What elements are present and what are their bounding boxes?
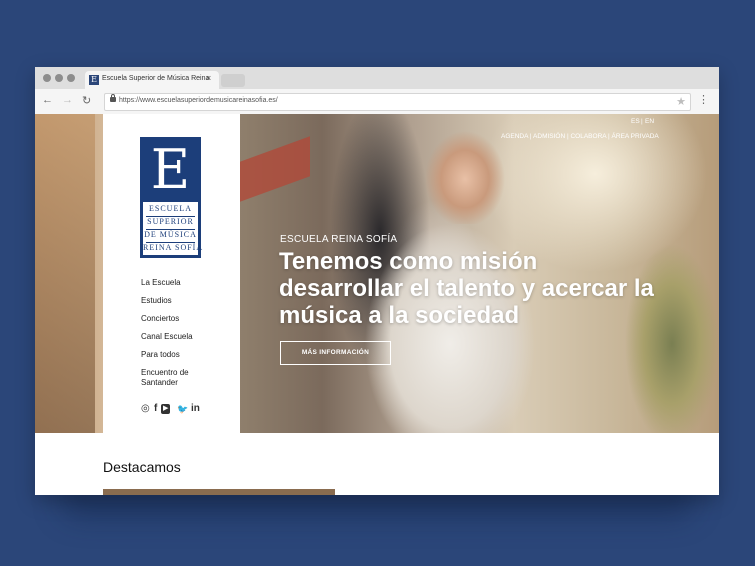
window-close-dot[interactable] [43,74,51,82]
tab-title: Escuela Superior de Música Reina [102,75,210,82]
close-tab-icon[interactable]: × [206,73,211,83]
linkedin-icon[interactable]: in [191,404,200,414]
lock-icon [110,94,116,102]
school-logo[interactable]: E ESCUELA SUPERIOR DE MÚSICA REINA SOFÍA [140,137,204,258]
browser-window: E Escuela Superior de Música Reina × ← →… [35,67,719,495]
new-tab-button[interactable] [221,74,245,87]
lang-separator: | [641,118,643,125]
twitter-icon[interactable]: 🐦 [177,404,188,414]
url-text: https://www.escuelasuperiordemusicareina… [119,97,278,104]
nav-para-todos[interactable]: Para todos [141,350,180,360]
portrait-face [420,124,510,224]
background-building [35,114,95,433]
logo-line-1: ESCUELA [149,204,192,213]
nav-encuentro-line-1: Encuentro de [141,368,189,377]
nav-la-escuela[interactable]: La Escuela [141,278,181,288]
youtube-icon[interactable]: ▶ [161,404,171,414]
sidebar: E ESCUELA SUPERIOR DE MÚSICA REINA SOFÍA… [103,114,240,433]
featured-heading: Destacamos [103,459,181,475]
back-arrow-icon[interactable]: ← [42,94,53,106]
more-info-button[interactable]: MÁS INFORMACIÓN [280,341,391,365]
nav-conciertos[interactable]: Conciertos [141,314,179,324]
instagram-icon[interactable]: ◎ [141,404,150,414]
hero-headline: Tenemos como misión desarrollar el talen… [279,248,654,329]
forward-arrow-icon[interactable]: → [62,94,73,106]
facebook-icon[interactable]: f [154,404,157,414]
browser-tab[interactable]: E Escuela Superior de Música Reina × [85,71,219,89]
window-maximize-dot[interactable] [67,74,75,82]
logo-line-4: REINA SOFÍA [143,243,204,252]
logo-letter: E [150,138,191,201]
logo-wordmark: ESCUELA SUPERIOR DE MÚSICA REINA SOFÍA [143,202,204,255]
nav-canal-escuela[interactable]: Canal Escuela [141,332,193,342]
favicon-icon: E [89,75,99,85]
top-nav-links[interactable]: AGENDA | ADMISIÓN | COLABORA | ÁREA PRIV… [501,133,659,140]
nav-encuentro-line-2: Santander [141,378,178,387]
reload-icon[interactable]: ↻ [82,94,91,107]
lang-en-link[interactable]: EN [645,118,654,125]
logo-line-2: SUPERIOR [147,217,194,226]
hero-eyebrow: ESCUELA REINA SOFÍA [280,234,398,245]
window-minimize-dot[interactable] [55,74,63,82]
featured-card-preview[interactable] [103,489,335,495]
browser-titlebar: E Escuela Superior de Música Reina × [35,67,719,89]
page-content: ES | EN AGENDA | ADMISIÓN | COLABORA | Á… [35,114,719,495]
logo-line-3: DE MÚSICA [144,230,197,239]
address-bar[interactable]: https://www.escuelasuperiordemusicareina… [104,93,691,111]
kebab-menu-icon[interactable]: ⋮ [698,93,709,106]
nav-encuentro-santander[interactable]: Encuentro de Santander [141,368,189,388]
browser-toolbar: ← → ↻ https://www.escuelasuperiordemusic… [35,89,719,115]
nav-estudios[interactable]: Estudios [141,296,172,306]
lang-es-link[interactable]: ES [631,118,640,125]
star-icon[interactable]: ★ [676,95,686,108]
metro-sign [240,136,310,202]
